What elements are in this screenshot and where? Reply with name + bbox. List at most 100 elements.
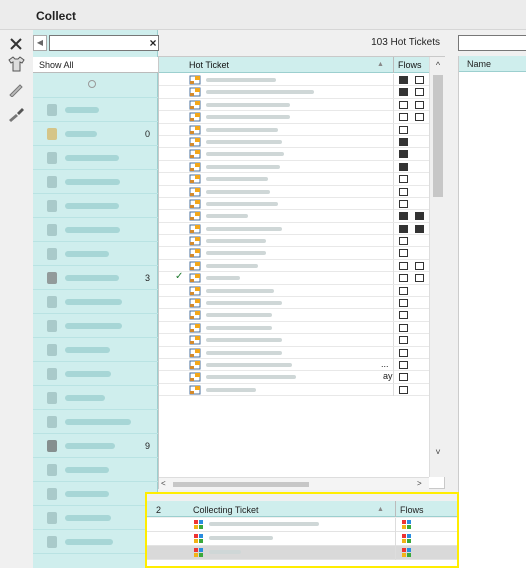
filter-list-item[interactable]: 3 <box>33 266 158 290</box>
doc-flow-icon <box>399 373 408 382</box>
hot-ticket-name <box>206 301 282 306</box>
sort-ascending-icon[interactable]: ▲ <box>377 61 384 68</box>
hot-ticket-row[interactable] <box>159 334 429 347</box>
ticket-flow-icon <box>399 224 408 233</box>
filter-list-item[interactable] <box>33 98 158 122</box>
vertical-scrollbar[interactable]: ^ ˅ <box>429 57 446 477</box>
collecting-flows-cell <box>395 546 431 560</box>
name-column-header[interactable]: Name <box>459 56 526 72</box>
hot-ticket-row[interactable] <box>159 197 429 211</box>
hot-ticket-icon <box>189 360 201 370</box>
clear-search-icon[interactable]: × <box>146 36 160 50</box>
folder-icon <box>47 392 57 404</box>
hot-ticket-icon <box>189 298 201 308</box>
hot-ticket-row[interactable] <box>159 135 429 149</box>
scroll-down-icon[interactable]: ˅ <box>433 447 443 459</box>
marker-icon[interactable] <box>6 79 26 99</box>
folder-icon <box>47 176 57 188</box>
filter-list-item[interactable] <box>33 290 158 314</box>
hot-ticket-column-header[interactable]: Hot Ticket <box>189 60 229 70</box>
filter-list-item[interactable] <box>33 338 158 362</box>
sort-ascending-icon[interactable]: ▲ <box>377 506 384 513</box>
filter-list-item[interactable]: 0 <box>33 122 158 146</box>
search-bar: ◀ × 103 Hot Tickets <box>33 33 445 53</box>
collecting-flows-column-header[interactable]: Flows <box>395 501 431 517</box>
hot-ticket-row[interactable] <box>159 210 429 223</box>
filter-list-item[interactable]: 2 <box>33 506 158 530</box>
filter-list-item[interactable] <box>33 218 158 242</box>
filter-list-item[interactable] <box>33 386 158 410</box>
filter-list-item[interactable] <box>33 242 158 266</box>
collecting-ticket-row[interactable] <box>147 532 457 546</box>
hot-ticket-row[interactable] <box>159 123 429 136</box>
filter-list-item[interactable] <box>33 146 158 170</box>
collecting-ticket-row[interactable] <box>147 518 457 532</box>
hot-ticket-row[interactable] <box>159 111 429 124</box>
filter-list-item[interactable] <box>33 482 158 506</box>
filter-list-item[interactable] <box>33 410 158 434</box>
scroll-up-icon[interactable]: ^ <box>433 60 443 72</box>
hot-ticket-row[interactable] <box>159 321 429 335</box>
filter-list-item[interactable] <box>33 362 158 386</box>
search-history-arrow-icon[interactable]: ◀ <box>33 35 47 51</box>
hot-ticket-row[interactable] <box>159 160 429 174</box>
name-search-input[interactable] <box>458 35 526 51</box>
hot-ticket-row[interactable] <box>159 297 429 310</box>
flows-cell <box>393 247 429 260</box>
hot-ticket-row[interactable] <box>159 173 429 186</box>
filter-label <box>65 419 131 425</box>
collecting-ticket-name <box>209 522 319 526</box>
folder-icon <box>47 464 57 476</box>
horizontal-scrollbar[interactable]: < > <box>159 477 429 490</box>
folder-icon <box>47 488 57 500</box>
doc-flow-icon <box>399 199 408 208</box>
hot-ticket-row[interactable]: ✓ <box>159 271 429 285</box>
flows-column-header[interactable]: Flows <box>393 57 427 73</box>
collecting-ticket-row[interactable] <box>147 546 457 560</box>
shirt-icon[interactable] <box>6 54 26 74</box>
horizontal-scroll-thumb[interactable] <box>173 482 309 487</box>
filter-list-item[interactable] <box>33 170 158 194</box>
filter-list-item[interactable] <box>33 458 158 482</box>
hot-ticket-icon <box>189 323 201 333</box>
doc-flow-icon <box>415 274 424 283</box>
filter-list-item[interactable] <box>33 530 158 554</box>
folder-icon <box>47 440 57 452</box>
filter-list-item[interactable]: 9 <box>33 434 158 458</box>
scroll-left-icon[interactable]: < <box>161 479 166 488</box>
show-all-filter[interactable]: Show All <box>33 57 158 73</box>
hot-ticket-row[interactable] <box>159 222 429 236</box>
hot-ticket-icon <box>189 187 201 197</box>
hot-ticket-name <box>206 387 256 392</box>
hot-ticket-count: 103 Hot Tickets <box>371 37 440 48</box>
hot-ticket-row[interactable] <box>159 185 429 198</box>
filter-list-item[interactable] <box>33 194 158 218</box>
hot-ticket-row[interactable]: ay <box>159 371 429 384</box>
hot-ticket-row[interactable] <box>159 383 429 397</box>
hot-ticket-row[interactable] <box>159 309 429 322</box>
search-input[interactable] <box>49 35 159 51</box>
hot-ticket-row[interactable] <box>159 235 429 248</box>
hot-ticket-row[interactable] <box>159 74 429 87</box>
folder-icon <box>47 248 57 260</box>
close-icon[interactable] <box>6 34 26 54</box>
scroll-right-icon[interactable]: > <box>417 479 422 488</box>
filter-list-item[interactable] <box>33 314 158 338</box>
collecting-ticket-column-header[interactable]: Collecting Ticket <box>193 505 259 515</box>
hot-ticket-name <box>206 164 280 169</box>
brush-icon[interactable] <box>6 104 26 124</box>
hot-ticket-row[interactable] <box>159 284 429 298</box>
hot-ticket-row[interactable] <box>159 98 429 112</box>
filter-list-item[interactable] <box>33 74 158 98</box>
hot-ticket-row[interactable]: ... <box>159 358 429 372</box>
filter-label <box>65 323 122 329</box>
hot-ticket-row[interactable] <box>159 346 429 359</box>
hot-ticket-row[interactable] <box>159 148 429 161</box>
filter-label <box>65 515 111 521</box>
filter-label <box>65 203 119 209</box>
flows-cell <box>393 272 429 285</box>
scroll-thumb[interactable] <box>433 75 443 197</box>
hot-ticket-row[interactable] <box>159 86 429 99</box>
hot-ticket-row[interactable] <box>159 247 429 260</box>
hot-ticket-row[interactable] <box>159 259 429 273</box>
